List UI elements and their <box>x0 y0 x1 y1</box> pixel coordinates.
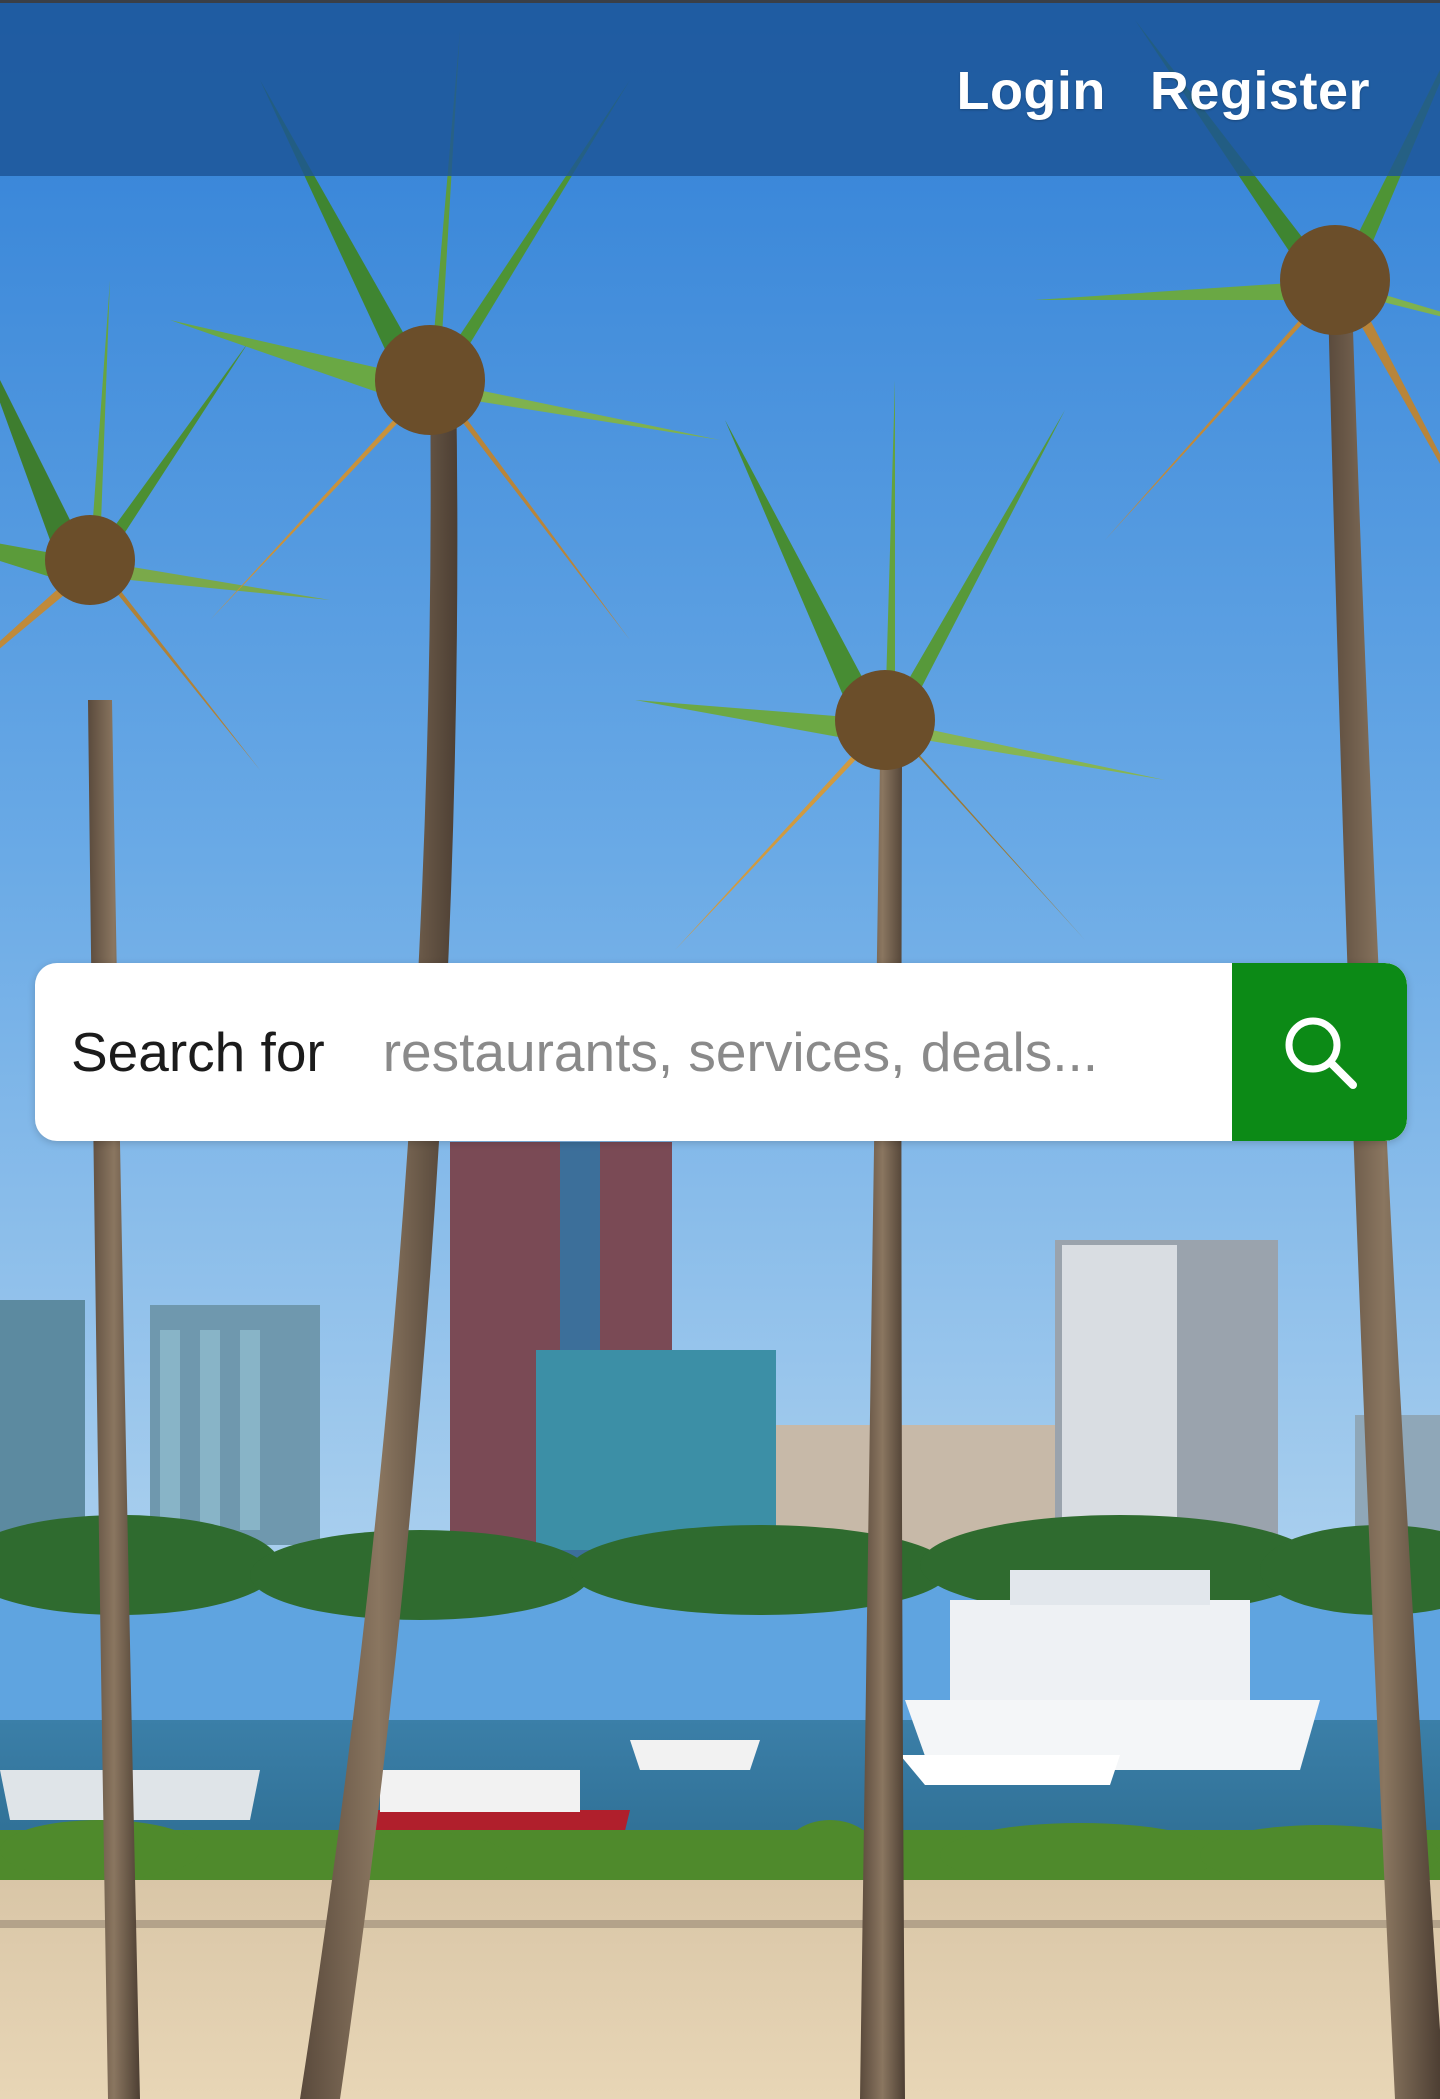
page: Login Register Search for <box>0 0 1440 2099</box>
login-link[interactable]: Login <box>956 55 1105 127</box>
search-icon <box>1285 1017 1357 1089</box>
search-input[interactable] <box>382 963 1232 1141</box>
top-nav-bar: Login Register <box>0 0 1440 176</box>
auth-nav: Login Register <box>956 55 1370 127</box>
search-button[interactable] <box>1232 963 1407 1141</box>
search-bar: Search for <box>35 963 1407 1141</box>
register-link[interactable]: Register <box>1150 55 1370 127</box>
search-prefix-label: Search for <box>71 1021 325 1083</box>
